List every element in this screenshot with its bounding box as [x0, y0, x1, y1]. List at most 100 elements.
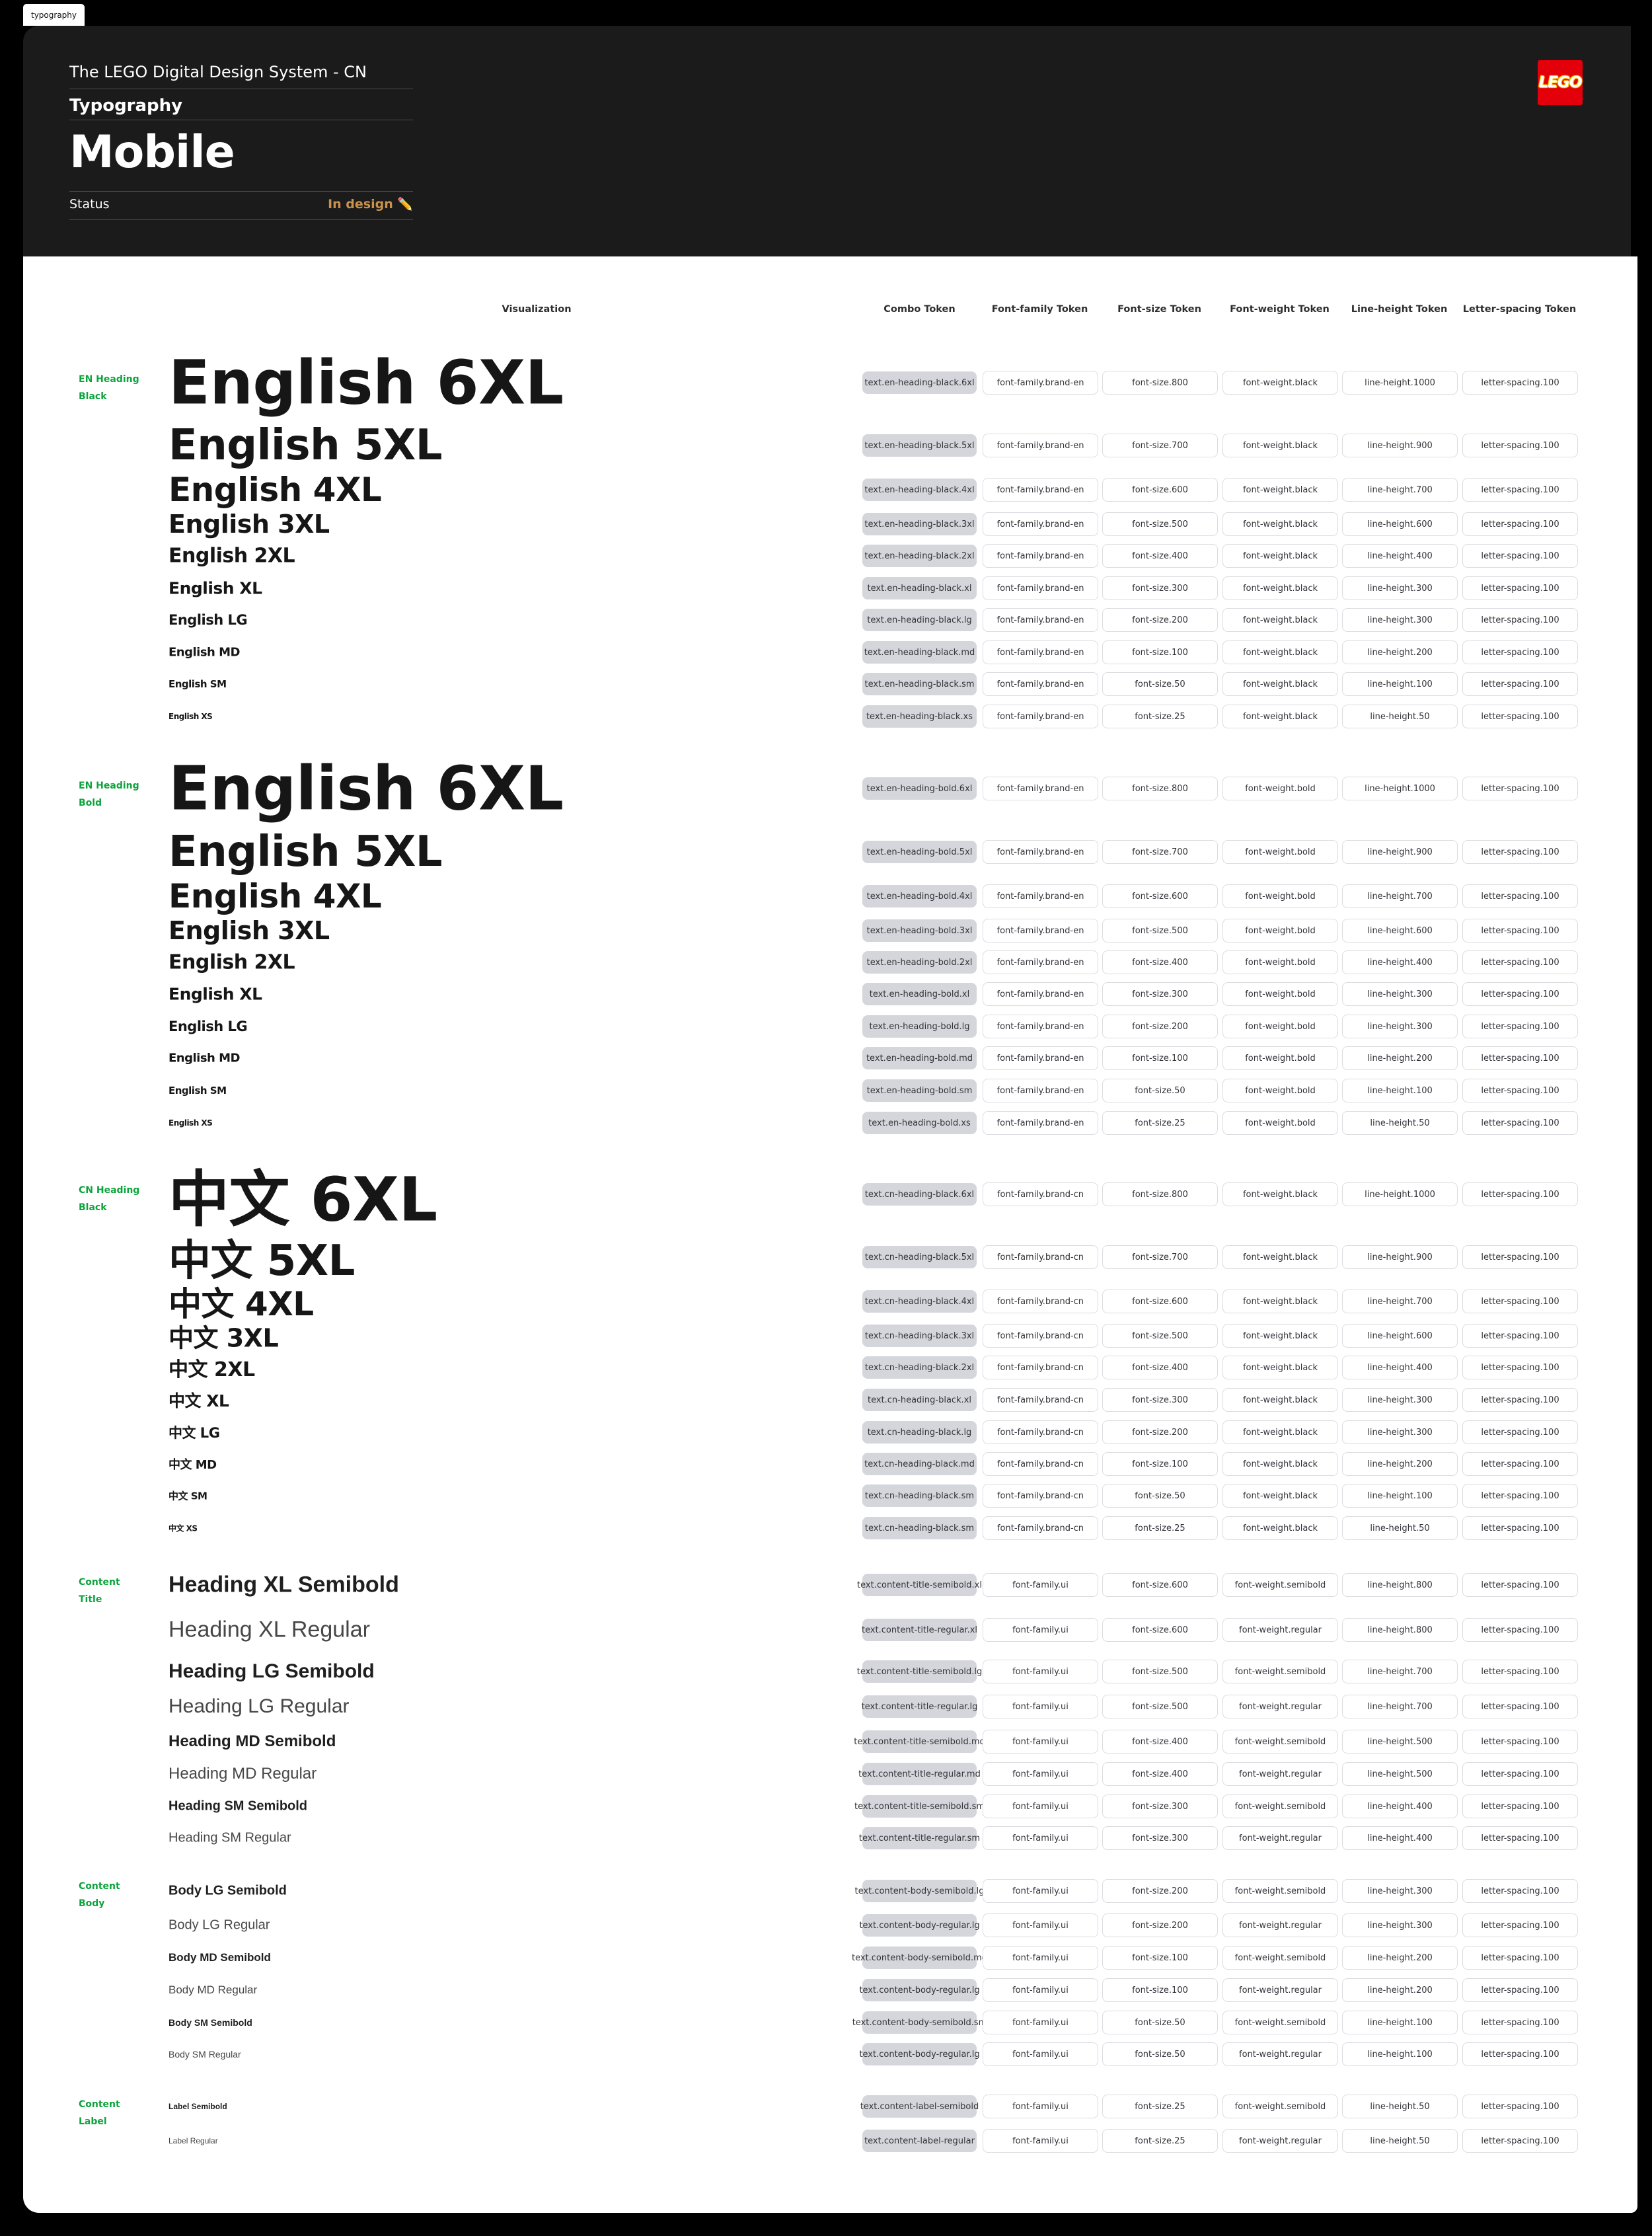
token-chip-font-size: font-size.400: [1102, 1356, 1218, 1379]
token-chip-letter-spacing: letter-spacing.100: [1462, 1324, 1578, 1348]
token-chip-font-family: font-family.brand-en: [983, 576, 1098, 600]
token-chip-letter-spacing: letter-spacing.100: [1462, 982, 1578, 1006]
token-chip-font-size: font-size.300: [1102, 576, 1218, 600]
token-chip-font-family: font-family.brand-en: [983, 705, 1098, 728]
token-chip-letter-spacing: letter-spacing.100: [1462, 672, 1578, 696]
token-chip-font-family: font-family.ui: [983, 1946, 1098, 1970]
token-chip-font-weight: font-weight.semibold: [1222, 1730, 1338, 1754]
divider: [69, 219, 413, 220]
token-chip-font-family: font-family.ui: [983, 1762, 1098, 1786]
token-chip-font-family: font-family.brand-en: [983, 919, 1098, 943]
token-chip-font-family: font-family.ui: [983, 1826, 1098, 1850]
token-chip-combo: text.content-body-regular.lg: [862, 2043, 977, 2065]
token-chip-letter-spacing: letter-spacing.100: [1462, 2042, 1578, 2066]
token-chip-font-family: font-family.brand-en: [983, 1111, 1098, 1135]
token-chip-line-height: line-height.400: [1342, 1356, 1458, 1379]
token-chip-letter-spacing: letter-spacing.100: [1462, 1484, 1578, 1508]
token-chip-font-family: font-family.brand-cn: [983, 1516, 1098, 1540]
token-chip-font-family: font-family.brand-cn: [983, 1356, 1098, 1379]
token-chip-line-height: line-height.400: [1342, 544, 1458, 568]
token-chip-font-weight: font-weight.bold: [1222, 1015, 1338, 1038]
token-chip-combo: text.en-heading-black.xs: [862, 705, 977, 728]
token-chip-font-size: font-size.300: [1102, 1826, 1218, 1850]
token-chip-font-family: font-family.brand-en: [983, 1079, 1098, 1102]
header-card: The LEGO Digital Design System - CN Typo…: [23, 26, 1631, 256]
token-chip-font-size: font-size.700: [1102, 1245, 1218, 1269]
token-chip-letter-spacing: letter-spacing.100: [1462, 576, 1578, 600]
token-chip-line-height: line-height.700: [1342, 1660, 1458, 1683]
token-chip-combo: text.content-title-regular.md: [862, 1763, 977, 1785]
section-label-en-heading-black: EN Heading Black: [79, 371, 178, 405]
token-chip-line-height: line-height.300: [1342, 1420, 1458, 1444]
spec-sample: 中文 XL: [169, 1388, 229, 1412]
token-chip-combo: text.en-heading-black.md: [862, 641, 977, 664]
token-chip-combo: text.content-title-semibold.sm: [862, 1795, 977, 1818]
token-chip-font-weight: font-weight.bold: [1222, 1046, 1338, 1070]
spec-sample: English LG: [169, 1019, 247, 1034]
token-chip-font-size: font-size.25: [1102, 1516, 1218, 1540]
token-chip-line-height: line-height.1000: [1342, 1182, 1458, 1206]
token-chip-font-weight: font-weight.regular: [1222, 1762, 1338, 1786]
spec-sample: Body MD Semibold: [169, 1951, 271, 1964]
token-chip-font-weight: font-weight.bold: [1222, 884, 1338, 908]
token-chip-line-height: line-height.600: [1342, 919, 1458, 943]
token-chip-combo: text.cn-heading-black.5xl: [862, 1246, 977, 1268]
token-chip-font-family: font-family.brand-en: [983, 608, 1098, 632]
token-chip-line-height: line-height.700: [1342, 1695, 1458, 1718]
token-chip-font-family: font-family.brand-en: [983, 640, 1098, 664]
token-chip-letter-spacing: letter-spacing.100: [1462, 371, 1578, 395]
token-chip-combo: text.content-label-regular: [862, 2130, 977, 2152]
spec-sample: Heading LG Semibold: [169, 1660, 375, 1683]
spec-sample: 中文 3XL: [169, 1318, 278, 1354]
token-chip-letter-spacing: letter-spacing.100: [1462, 1695, 1578, 1718]
token-chip-font-weight: font-weight.bold: [1222, 919, 1338, 943]
token-chip-combo: text.en-heading-black.2xl: [862, 545, 977, 567]
spec-sample: English XS: [169, 1118, 212, 1128]
token-chip-letter-spacing: letter-spacing.100: [1462, 1015, 1578, 1038]
token-chip-font-size: font-size.300: [1102, 1794, 1218, 1818]
token-chip-font-size: font-size.100: [1102, 1452, 1218, 1476]
token-chip-combo: text.en-heading-bold.xs: [862, 1112, 977, 1134]
token-chip-letter-spacing: letter-spacing.100: [1462, 1946, 1578, 1970]
token-chip-font-size: font-size.300: [1102, 982, 1218, 1006]
token-chip-font-size: font-size.50: [1102, 1079, 1218, 1102]
token-chip-line-height: line-height.600: [1342, 1324, 1458, 1348]
token-chip-font-weight: font-weight.bold: [1222, 1111, 1338, 1135]
token-chip-letter-spacing: letter-spacing.100: [1462, 1290, 1578, 1313]
token-chip-letter-spacing: letter-spacing.100: [1462, 1978, 1578, 2002]
token-chip-font-weight: font-weight.semibold: [1222, 1660, 1338, 1683]
spec-sample: Heading XL Regular: [169, 1617, 370, 1643]
spec-sample: Body SM Semibold: [169, 2017, 252, 2028]
token-chip-font-weight: font-weight.black: [1222, 608, 1338, 632]
token-chip-combo: text.content-title-semibold.md: [862, 1730, 977, 1753]
token-chip-combo: text.en-heading-black.4xl: [862, 479, 977, 501]
token-chip-combo: text.cn-heading-black.lg: [862, 1421, 977, 1444]
spec-sample: Heading SM Regular: [169, 1831, 291, 1846]
token-chip-font-weight: font-weight.black: [1222, 672, 1338, 696]
token-chip-combo: text.en-heading-black.xl: [862, 577, 977, 599]
spec-sample: English 6XL: [169, 753, 564, 824]
token-chip-font-weight: font-weight.bold: [1222, 840, 1338, 864]
token-chip-line-height: line-height.300: [1342, 608, 1458, 632]
token-chip-letter-spacing: letter-spacing.100: [1462, 1826, 1578, 1850]
page-tab-typography[interactable]: typography: [23, 4, 85, 26]
token-chip-line-height: line-height.1000: [1342, 777, 1458, 800]
token-chip-font-family: font-family.brand-en: [983, 371, 1098, 395]
token-chip-letter-spacing: letter-spacing.100: [1462, 2095, 1578, 2118]
lego-logo: LEGO: [1538, 60, 1583, 105]
token-chip-combo: text.en-heading-black.6xl: [862, 371, 977, 394]
section-label-cn-heading-black: CN Heading Black: [79, 1182, 178, 1216]
section-label-en-heading-bold: EN Heading Bold: [79, 777, 178, 812]
token-chip-font-size: font-size.200: [1102, 1420, 1218, 1444]
token-chip-font-weight: font-weight.black: [1222, 1182, 1338, 1206]
token-chip-font-size: font-size.25: [1102, 2095, 1218, 2118]
token-chip-font-weight: font-weight.regular: [1222, 1695, 1338, 1718]
token-chip-font-family: font-family.ui: [983, 1913, 1098, 1937]
column-header-line-height-token: Line-height Token: [1342, 303, 1456, 316]
spec-sample: Heading SM Semibold: [169, 1799, 307, 1814]
token-chip-font-family: font-family.brand-cn: [983, 1420, 1098, 1444]
header-info: The LEGO Digital Design System - CN Typo…: [69, 26, 413, 256]
status-row: Status In design ✏️: [69, 196, 413, 212]
token-chip-combo: text.content-body-regular.lg: [862, 1979, 977, 2001]
token-chip-font-weight: font-weight.regular: [1222, 2042, 1338, 2066]
